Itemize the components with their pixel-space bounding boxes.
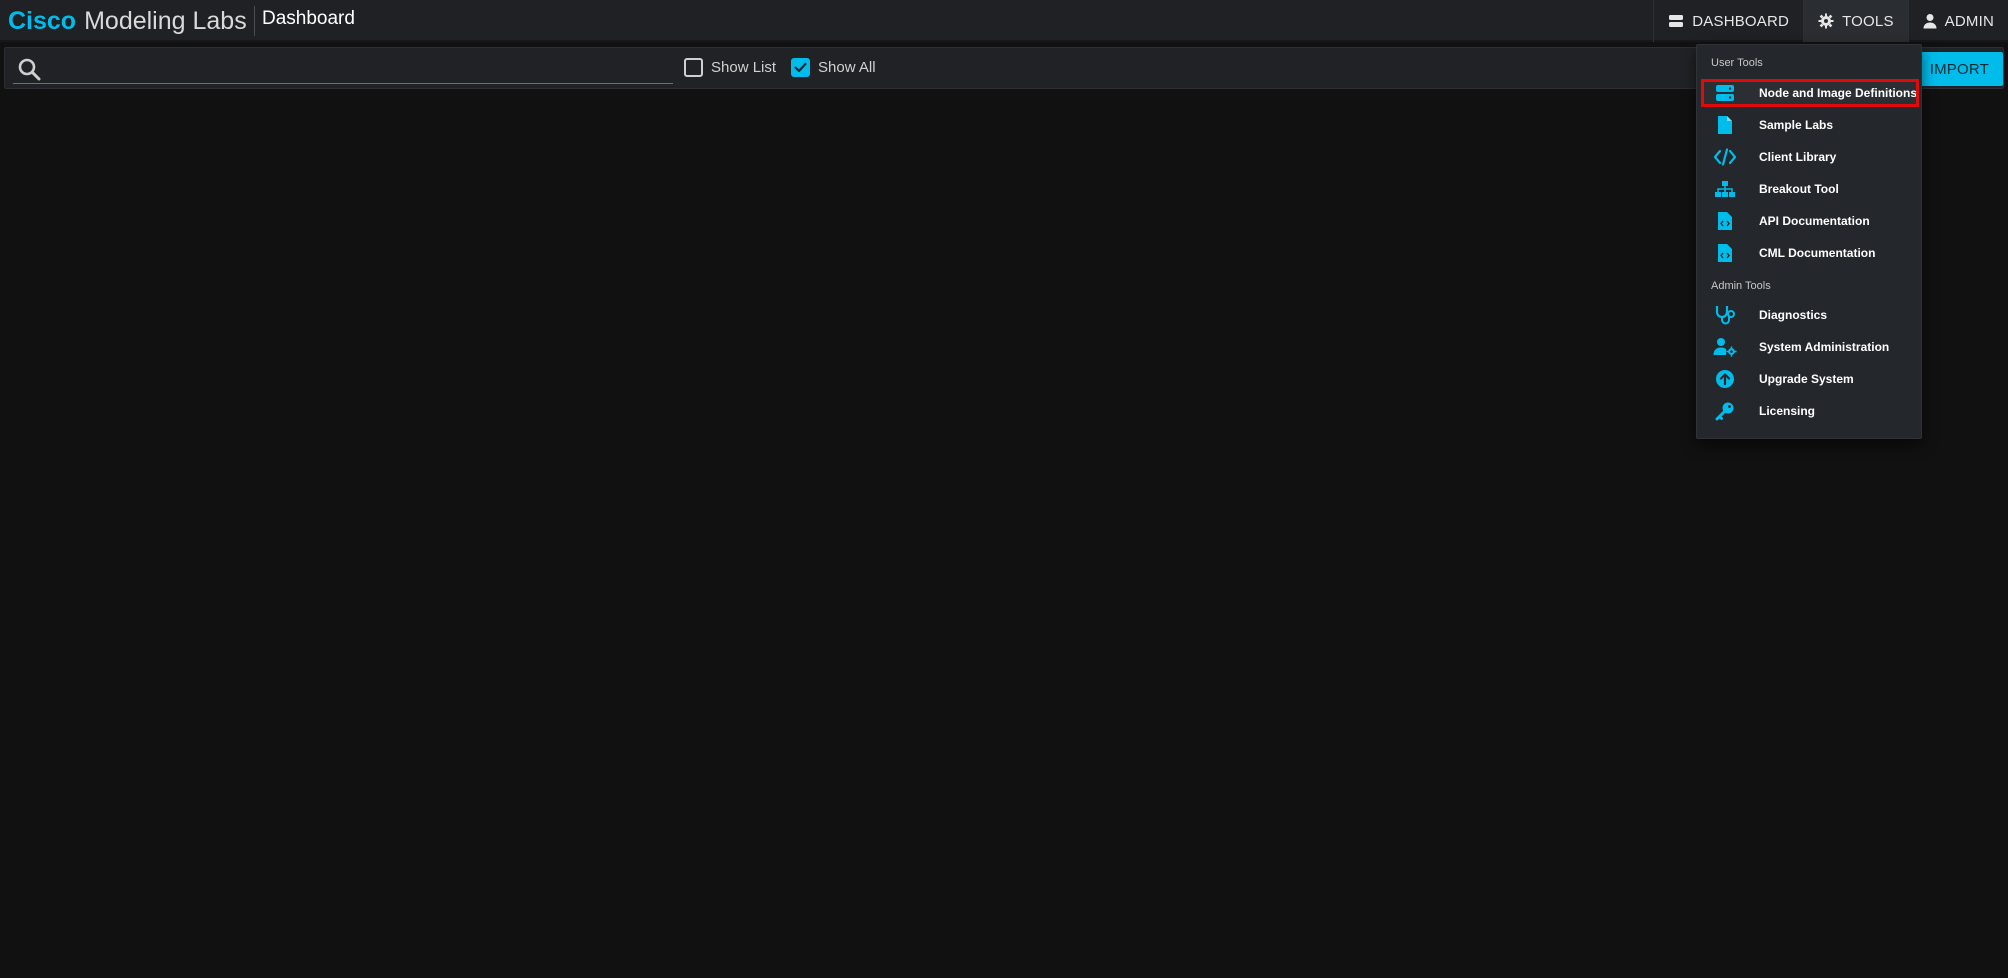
key-icon [1713, 399, 1737, 423]
brand-modeling-labs: Modeling Labs [84, 7, 247, 35]
menu-item-api-documentation[interactable]: API Documentation [1701, 207, 1919, 235]
menu-item-client-library[interactable]: Client Library [1701, 143, 1919, 171]
show-list-box[interactable] [684, 58, 703, 77]
menu-item-label: Sample Labs [1759, 118, 1834, 132]
server-icon [1668, 14, 1684, 28]
user-gear-icon [1713, 335, 1737, 359]
menu-item-label: Node and Image Definitions [1759, 86, 1918, 100]
search-input[interactable] [49, 55, 669, 81]
top-nav: DASHBOARD TOOLS ADMIN [1653, 0, 2008, 42]
app-brand[interactable]: Cisco Modeling Labs [8, 5, 247, 37]
menu-item-label: CML Documentation [1759, 246, 1876, 260]
file-code-icon [1713, 209, 1737, 233]
brand-cisco: Cisco [8, 7, 77, 35]
show-all-box[interactable] [791, 58, 810, 77]
menu-item-node-and-image-definitions[interactable]: Node and Image Definitions [1701, 79, 1919, 107]
menu-item-label: Upgrade System [1759, 372, 1854, 386]
admin-nav-button[interactable]: ADMIN [1907, 0, 2008, 42]
menu-item-label: Diagnostics [1759, 308, 1828, 322]
show-all-checkbox[interactable]: Show All [791, 58, 876, 77]
show-list-label: Show List [711, 59, 777, 76]
tools-dropdown-menu: User Tools Node and Image Definitions Sa… [1696, 44, 1922, 439]
admin-tools-section-label: Admin Tools [1711, 280, 1771, 292]
sitemap-icon [1713, 177, 1737, 201]
gear-icon [1818, 13, 1834, 29]
dashboard-nav-label: DASHBOARD [1692, 12, 1790, 30]
menu-item-label: Licensing [1759, 404, 1816, 418]
checkmark-icon [794, 62, 807, 73]
menu-item-label: Client Library [1759, 150, 1837, 164]
menu-item-breakout-tool[interactable]: Breakout Tool [1701, 175, 1919, 203]
stethoscope-icon [1713, 303, 1737, 327]
show-all-label: Show All [818, 59, 876, 76]
user-icon [1923, 13, 1937, 29]
menu-item-cml-documentation[interactable]: CML Documentation [1701, 239, 1919, 267]
menu-item-licensing[interactable]: Licensing [1701, 397, 1919, 425]
dashboard-nav-button[interactable]: DASHBOARD [1653, 0, 1803, 42]
menu-item-label: System Administration [1759, 340, 1890, 354]
admin-nav-label: ADMIN [1944, 12, 1994, 30]
brand-divider [254, 6, 255, 36]
code-icon [1713, 145, 1737, 169]
menu-item-label: API Documentation [1759, 214, 1870, 228]
top-bar: Cisco Modeling Labs Dashboard DASHBOARD [0, 0, 2008, 42]
tools-nav-label: TOOLS [1842, 12, 1894, 30]
server-icon [1713, 81, 1737, 105]
show-list-checkbox[interactable]: Show List [684, 58, 776, 77]
search-icon [17, 57, 41, 86]
menu-item-sample-labs[interactable]: Sample Labs [1701, 111, 1919, 139]
search-box [13, 54, 673, 84]
file-icon [1713, 113, 1737, 137]
user-tools-section-label: User Tools [1711, 57, 1763, 69]
menu-item-label: Breakout Tool [1759, 182, 1839, 196]
file-code-icon [1713, 241, 1737, 265]
menu-item-upgrade-system[interactable]: Upgrade System [1701, 365, 1919, 393]
menu-item-diagnostics[interactable]: Diagnostics [1701, 301, 1919, 329]
arrow-up-circle-icon [1713, 367, 1737, 391]
menu-item-system-administration[interactable]: System Administration [1701, 333, 1919, 361]
page-title: Dashboard [262, 8, 355, 29]
tools-nav-button[interactable]: TOOLS [1803, 0, 1908, 42]
